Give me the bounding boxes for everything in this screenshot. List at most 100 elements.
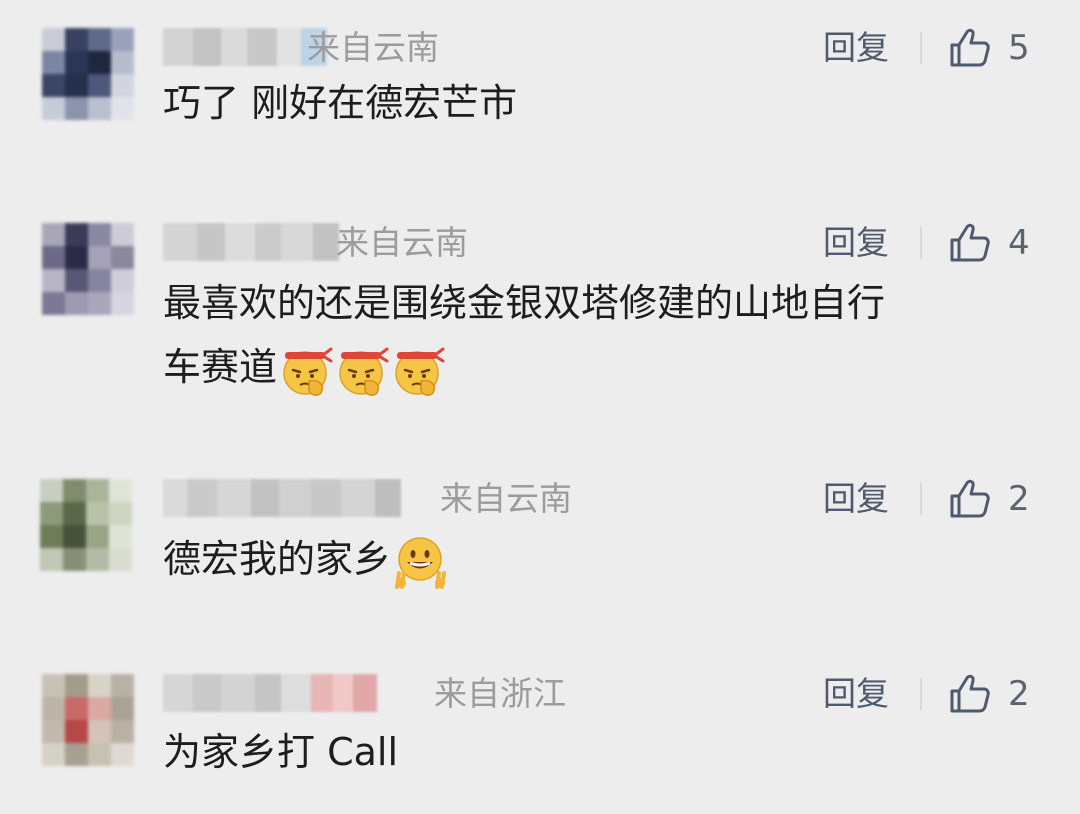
avatar-pixel (88, 697, 111, 720)
avatar-pixel (40, 502, 63, 525)
grinning-victory-emoji (395, 536, 447, 589)
avatar-pixel (86, 525, 109, 548)
avatar-pixel (109, 502, 132, 525)
avatar[interactable] (42, 223, 134, 315)
name-pixel (375, 479, 401, 517)
avatar-pixel (109, 479, 132, 502)
avatar-pixel (42, 720, 65, 743)
avatar-pixel (42, 28, 65, 51)
avatar-pixel (63, 548, 86, 571)
avatar-pixel (42, 246, 65, 269)
thumbs-up-icon[interactable] (948, 674, 992, 714)
avatar-pixel (65, 74, 88, 97)
reply-button[interactable]: 回复 (823, 28, 889, 68)
avatar-pixel (42, 697, 65, 720)
location-label: 来自云南 (440, 479, 572, 518)
thumbs-up-icon[interactable] (948, 28, 992, 68)
avatar-pixel (111, 720, 134, 743)
avatar-pixel (65, 674, 88, 697)
avatar-pixel (86, 502, 109, 525)
avatar-pixel (63, 502, 86, 525)
avatar-pixel (65, 720, 88, 743)
reply-button[interactable]: 回复 (823, 479, 889, 519)
name-pixel (255, 223, 281, 261)
name-pixel (281, 223, 313, 261)
location-label: 来自云南 (336, 223, 468, 262)
name-pixel (193, 28, 221, 66)
avatar-pixel (88, 51, 111, 74)
avatar-pixel (111, 51, 134, 74)
avatar-pixel (86, 479, 109, 502)
thumbs-up-icon[interactable] (948, 223, 992, 263)
reply-button[interactable]: 回复 (823, 223, 889, 263)
reply-button[interactable]: 回复 (823, 674, 889, 714)
name-pixel (311, 674, 333, 712)
avatar-pixel (42, 743, 65, 766)
name-pixel (217, 479, 251, 517)
determined-face-emoji (283, 347, 333, 396)
comment-text: 为家乡打 Call (163, 722, 1043, 782)
comment-text-line: 德宏我的家乡 (163, 537, 392, 581)
avatar-pixel (88, 246, 111, 269)
avatar-pixel (88, 223, 111, 246)
determined-face-emoji (395, 347, 445, 396)
avatar-pixel (42, 292, 65, 315)
name-pixel (251, 479, 279, 517)
name-pixel (277, 28, 301, 66)
username-blurred[interactable] (163, 479, 401, 517)
name-pixel (353, 674, 377, 712)
username-blurred[interactable] (163, 28, 327, 66)
avatar-pixel (65, 292, 88, 315)
name-pixel (281, 674, 311, 712)
avatar-pixel (88, 97, 111, 120)
comment-text: 德宏我的家乡 (163, 529, 1043, 589)
avatar-pixel (65, 743, 88, 766)
name-pixel (163, 223, 197, 261)
thumbs-up-icon[interactable] (948, 479, 992, 519)
comment-text-line: 巧了 刚好在德宏芒市 (163, 81, 518, 125)
avatar-pixel (63, 525, 86, 548)
avatar-pixel (111, 28, 134, 51)
avatar-pixel (65, 697, 88, 720)
avatar[interactable] (42, 28, 134, 120)
name-pixel (221, 28, 247, 66)
comment-text-line: 最喜欢的还是围绕金银双塔修建的山地自行 (163, 281, 886, 325)
like-count: 2 (1008, 674, 1030, 714)
avatar-pixel (111, 292, 134, 315)
divider (920, 678, 922, 710)
avatar-pixel (111, 269, 134, 292)
location-label: 来自云南 (307, 28, 439, 67)
comment-text: 巧了 刚好在德宏芒市 (163, 73, 1043, 133)
name-pixel (311, 479, 341, 517)
avatar-pixel (65, 223, 88, 246)
avatar-pixel (40, 525, 63, 548)
username-blurred[interactable] (163, 223, 339, 261)
divider (920, 32, 922, 64)
name-pixel (163, 479, 187, 517)
avatar-pixel (42, 97, 65, 120)
avatar-pixel (65, 51, 88, 74)
name-pixel (193, 674, 221, 712)
avatar-pixel (88, 674, 111, 697)
avatar-pixel (42, 269, 65, 292)
name-pixel (197, 223, 225, 261)
avatar-pixel (65, 269, 88, 292)
avatar-pixel (65, 28, 88, 51)
avatar[interactable] (40, 479, 132, 571)
divider (920, 227, 922, 259)
name-pixel (255, 674, 281, 712)
avatar-pixel (40, 479, 63, 502)
like-count: 5 (1008, 28, 1030, 68)
avatar-pixel (111, 697, 134, 720)
avatar-pixel (88, 292, 111, 315)
username-blurred[interactable] (163, 674, 377, 712)
divider (920, 483, 922, 515)
avatar-pixel (63, 479, 86, 502)
avatar-pixel (88, 720, 111, 743)
name-pixel (225, 223, 255, 261)
avatar[interactable] (42, 674, 134, 766)
name-pixel (163, 674, 193, 712)
name-pixel (187, 479, 217, 517)
avatar-pixel (42, 51, 65, 74)
avatar-pixel (65, 97, 88, 120)
